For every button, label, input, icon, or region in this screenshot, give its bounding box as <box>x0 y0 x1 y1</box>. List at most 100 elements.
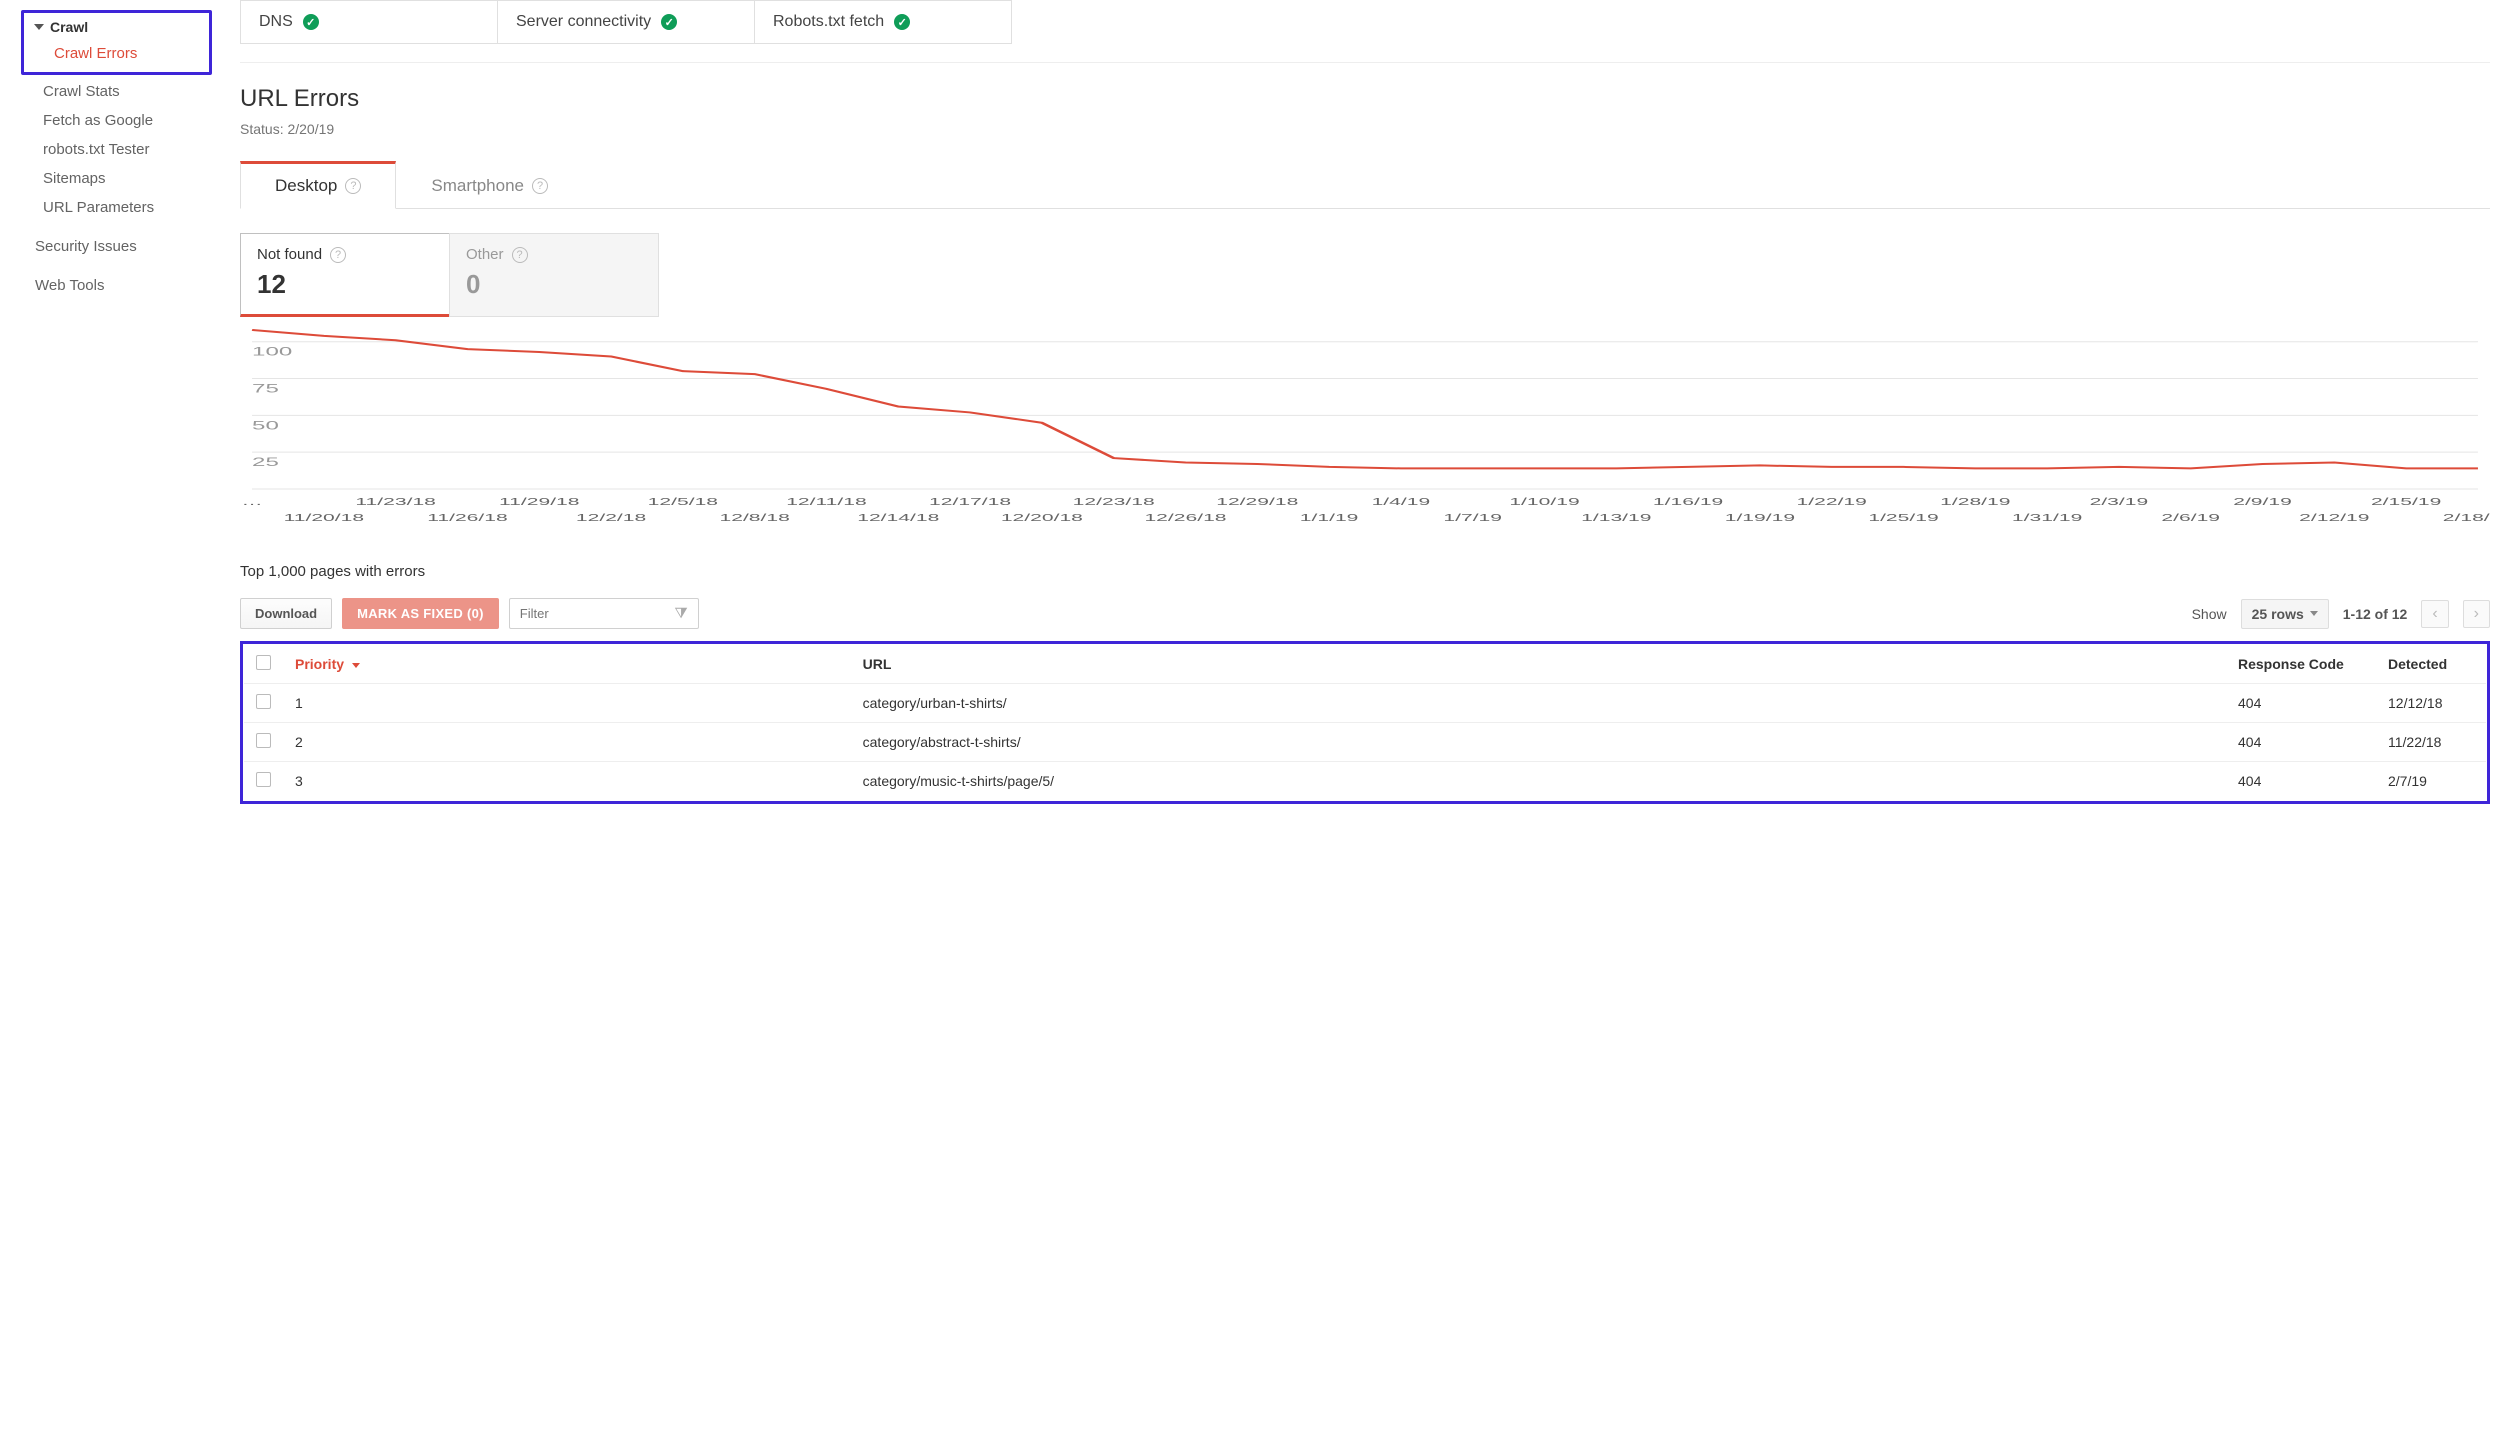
error-type-cards: Not found 12 Other 0 <box>240 233 2490 317</box>
cell-priority: 3 <box>283 762 851 801</box>
help-icon[interactable] <box>532 178 548 194</box>
svg-text:12/5/18: 12/5/18 <box>648 496 718 508</box>
svg-text:75: 75 <box>252 382 279 395</box>
svg-text:12/23/18: 12/23/18 <box>1073 496 1155 508</box>
table-row[interactable]: 2category/abstract-t-shirts/40411/22/18 <box>244 723 2486 762</box>
svg-text:12/26/18: 12/26/18 <box>1144 512 1226 524</box>
tab-desktop[interactable]: Desktop <box>240 161 396 209</box>
svg-text:2/6/19: 2/6/19 <box>2161 512 2220 524</box>
filter-input[interactable] <box>520 606 660 621</box>
table-toolbar: Download MARK AS FIXED (0) ⧩ Show 25 row… <box>240 598 2490 629</box>
sidebar-item-security-issues[interactable]: Security Issues <box>3 232 220 261</box>
rows-per-page-select[interactable]: 25 rows <box>2241 599 2329 629</box>
check-circle-icon <box>894 14 910 30</box>
svg-text:11/23/18: 11/23/18 <box>355 496 436 508</box>
col-response-code[interactable]: Response Code <box>2226 645 2376 684</box>
errors-chart: 255075100…11/20/1811/23/1811/26/1811/29/… <box>240 323 2490 533</box>
caret-down-icon <box>34 24 44 30</box>
show-label: Show <box>2192 606 2227 622</box>
row-checkbox[interactable] <box>256 694 271 709</box>
svg-text:1/7/19: 1/7/19 <box>1443 512 1502 524</box>
download-button[interactable]: Download <box>240 598 332 629</box>
svg-text:25: 25 <box>252 456 279 469</box>
svg-text:…: … <box>242 496 263 508</box>
status-date: 2/20/19 <box>287 121 334 137</box>
prev-page-button[interactable]: ‹ <box>2421 600 2448 628</box>
help-icon[interactable] <box>345 178 361 194</box>
next-page-button[interactable]: › <box>2463 600 2490 628</box>
cell-response-code: 404 <box>2226 684 2376 723</box>
svg-text:1/19/19: 1/19/19 <box>1725 512 1795 524</box>
site-status-cards: DNS Server connectivity Robots.txt fetch <box>240 0 2490 44</box>
error-card-count: 12 <box>257 269 433 300</box>
cell-response-code: 404 <box>2226 723 2376 762</box>
col-priority[interactable]: Priority <box>283 645 851 684</box>
sidebar-section-crawl[interactable]: Crawl <box>30 15 203 39</box>
svg-text:12/2/18: 12/2/18 <box>576 512 646 524</box>
svg-text:12/29/18: 12/29/18 <box>1216 496 1298 508</box>
svg-text:2/15/19: 2/15/19 <box>2371 496 2441 508</box>
svg-text:2/3/19: 2/3/19 <box>2090 496 2149 508</box>
sidebar-item-robots-tester[interactable]: robots.txt Tester <box>3 135 220 164</box>
row-checkbox[interactable] <box>256 733 271 748</box>
cell-url: category/music-t-shirts/page/5/ <box>851 762 2226 801</box>
error-card-label: Not found <box>257 246 322 263</box>
select-all-checkbox[interactable] <box>256 655 271 670</box>
cell-url: category/abstract-t-shirts/ <box>851 723 2226 762</box>
check-circle-icon <box>661 14 677 30</box>
filter-input-wrap[interactable]: ⧩ <box>509 598 699 629</box>
filter-icon: ⧩ <box>674 605 687 622</box>
sidebar-item-web-tools[interactable]: Web Tools <box>3 271 220 300</box>
svg-text:1/16/19: 1/16/19 <box>1653 496 1723 508</box>
divider <box>240 62 2490 63</box>
sidebar-item-url-parameters[interactable]: URL Parameters <box>3 193 220 222</box>
table-row[interactable]: 3category/music-t-shirts/page/5/4042/7/1… <box>244 762 2486 801</box>
table-caption: Top 1,000 pages with errors <box>240 563 2490 580</box>
svg-text:1/1/19: 1/1/19 <box>1300 512 1359 524</box>
svg-text:2/12/19: 2/12/19 <box>2299 512 2369 524</box>
row-checkbox[interactable] <box>256 772 271 787</box>
svg-text:1/13/19: 1/13/19 <box>1581 512 1651 524</box>
sidebar-item-sitemaps[interactable]: Sitemaps <box>3 164 220 193</box>
col-detected[interactable]: Detected <box>2376 645 2486 684</box>
svg-text:12/17/18: 12/17/18 <box>929 496 1011 508</box>
col-url[interactable]: URL <box>851 645 2226 684</box>
status-card-robots[interactable]: Robots.txt fetch <box>754 0 1012 44</box>
svg-text:50: 50 <box>252 419 279 432</box>
status-card-server[interactable]: Server connectivity <box>497 0 755 44</box>
errors-table: Priority URL Response Code Detected 1cat… <box>244 645 2486 800</box>
svg-text:2/9/19: 2/9/19 <box>2233 496 2292 508</box>
cell-url: category/urban-t-shirts/ <box>851 684 2226 723</box>
main-content: DNS Server connectivity Robots.txt fetch… <box>220 0 2510 824</box>
rows-label: 25 rows <box>2252 606 2304 622</box>
table-row[interactable]: 1category/urban-t-shirts/40412/12/18 <box>244 684 2486 723</box>
sidebar-item-crawl-stats[interactable]: Crawl Stats <box>3 77 220 106</box>
status-card-label: Server connectivity <box>516 13 651 31</box>
error-card-other[interactable]: Other 0 <box>449 233 659 317</box>
sidebar-item-crawl-errors[interactable]: Crawl Errors <box>30 39 203 68</box>
svg-text:11/20/18: 11/20/18 <box>284 512 365 524</box>
help-icon[interactable] <box>512 247 528 263</box>
svg-text:11/26/18: 11/26/18 <box>427 512 508 524</box>
cell-response-code: 404 <box>2226 762 2376 801</box>
status-card-label: DNS <box>259 13 293 31</box>
cell-detected: 2/7/19 <box>2376 762 2486 801</box>
svg-text:1/4/19: 1/4/19 <box>1372 496 1431 508</box>
caret-down-icon <box>2310 611 2318 616</box>
page-info: 1-12 of 12 <box>2343 606 2408 622</box>
status-card-dns[interactable]: DNS <box>240 0 498 44</box>
svg-text:12/11/18: 12/11/18 <box>786 496 867 508</box>
sidebar-item-fetch-as-google[interactable]: Fetch as Google <box>3 106 220 135</box>
sidebar-section-label: Crawl <box>50 19 88 35</box>
device-tabs: Desktop Smartphone <box>240 161 2490 209</box>
mark-as-fixed-button[interactable]: MARK AS FIXED (0) <box>342 598 499 629</box>
tab-smartphone[interactable]: Smartphone <box>396 161 583 209</box>
url-errors-title: URL Errors <box>240 85 2490 113</box>
error-card-not-found[interactable]: Not found 12 <box>240 233 450 317</box>
cell-detected: 11/22/18 <box>2376 723 2486 762</box>
svg-text:100: 100 <box>252 346 292 359</box>
cell-detected: 12/12/18 <box>2376 684 2486 723</box>
errors-table-highlight: Priority URL Response Code Detected 1cat… <box>240 641 2490 804</box>
svg-text:12/20/18: 12/20/18 <box>1001 512 1083 524</box>
help-icon[interactable] <box>330 247 346 263</box>
